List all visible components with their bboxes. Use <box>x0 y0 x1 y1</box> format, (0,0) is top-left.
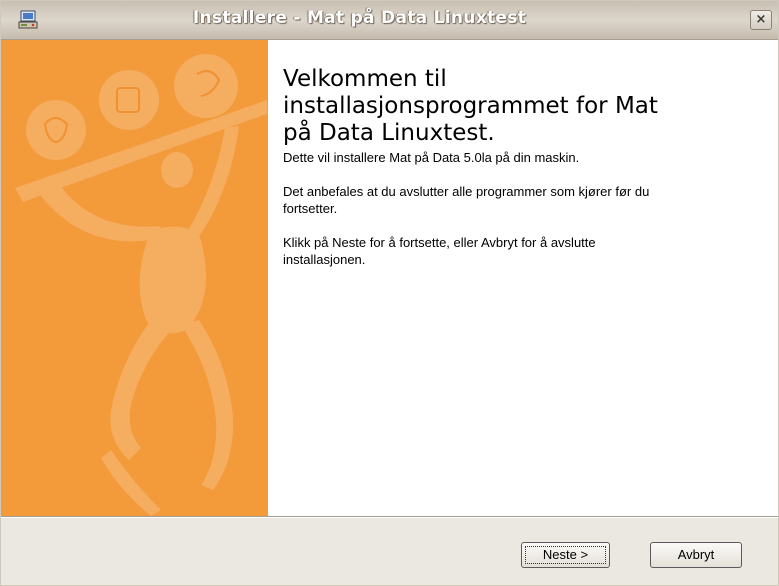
window-title: Installere - Mat på Data Linuxtest <box>192 8 527 28</box>
wizard-content: Velkommen til installasjonsprogrammet fo… <box>1 40 778 516</box>
cancel-button[interactable]: Avbryt <box>650 542 742 568</box>
title-bar[interactable]: Installere - Mat på Data Linuxtest × <box>1 1 778 40</box>
installer-window: Installere - Mat på Data Linuxtest × Vel… <box>0 0 779 586</box>
welcome-heading: Velkommen til installasjonsprogrammet fo… <box>283 66 758 147</box>
continue-instructions-line1: Klikk på Neste for å fortsette, eller Av… <box>283 235 596 250</box>
next-button-label: Neste > <box>542 547 589 562</box>
welcome-heading-line3: på Data Linuxtest. <box>283 120 495 146</box>
close-programs-advice: Det anbefales at du avslutter alle progr… <box>283 183 758 217</box>
continue-instructions-line2: installasjonen. <box>283 252 366 267</box>
welcome-heading-line1: Velkommen til <box>283 66 447 92</box>
welcome-text-area: Velkommen til installasjonsprogrammet fo… <box>283 66 758 268</box>
close-button[interactable]: × <box>750 10 772 30</box>
install-description: Dette vil installere Mat på Data 5.0la p… <box>283 150 580 165</box>
juggling-figure-illustration <box>15 54 267 516</box>
close-icon: × <box>755 12 767 27</box>
side-panel <box>1 40 268 516</box>
welcome-heading-line2: installasjonsprogrammet for Mat <box>283 93 658 119</box>
cancel-button-label: Avbryt <box>677 547 715 562</box>
close-programs-advice-line2: fortsetter. <box>283 201 338 216</box>
button-bar: Neste > Avbryt <box>1 518 778 585</box>
close-programs-advice-line1: Det anbefales at du avslutter alle progr… <box>283 184 650 199</box>
next-button[interactable]: Neste > <box>521 542 610 568</box>
continue-instructions: Klikk på Neste for å fortsette, eller Av… <box>283 234 758 268</box>
